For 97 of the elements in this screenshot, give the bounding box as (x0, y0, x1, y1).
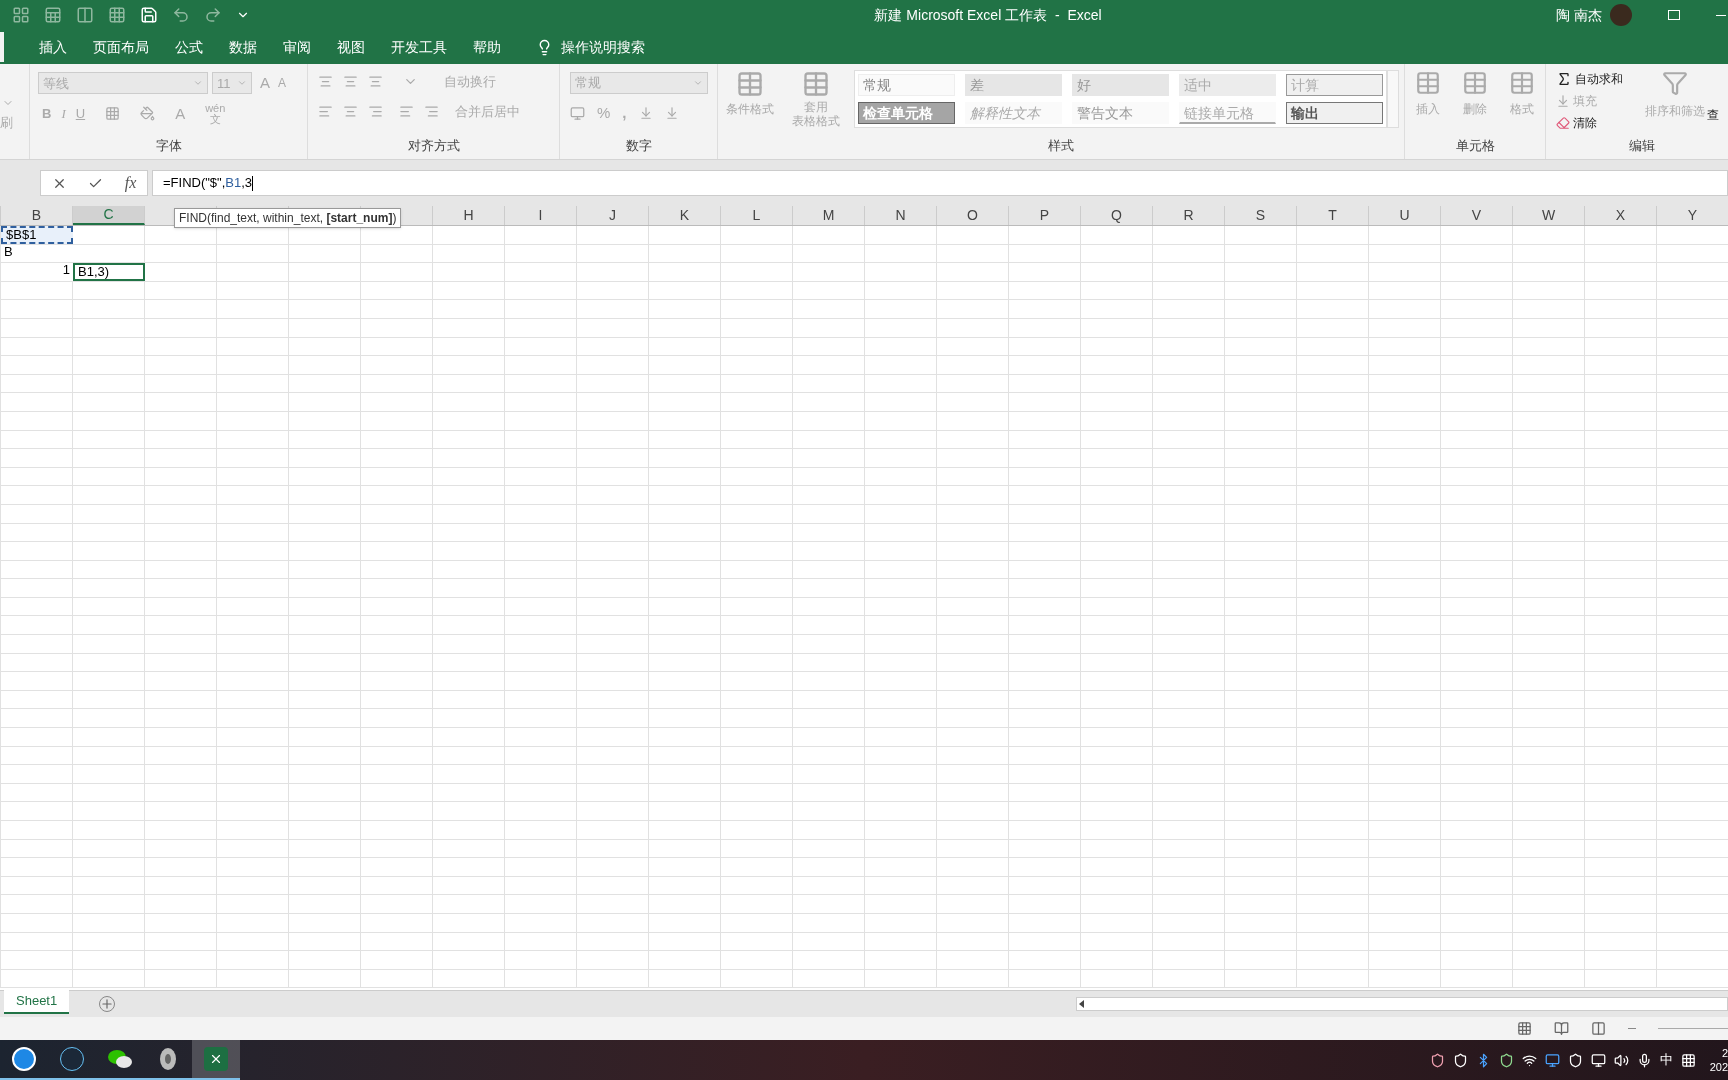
microphone-icon[interactable] (1637, 1052, 1652, 1068)
column-header[interactable]: M (793, 206, 865, 225)
column-header[interactable]: J (577, 206, 649, 225)
conditional-format-icon (736, 70, 764, 98)
clock-date[interactable]: 202 (1709, 1060, 1728, 1074)
group-label: 单元格 (1455, 136, 1495, 155)
ribbon-tab[interactable]: 视图 (324, 30, 378, 64)
align-bottom-icon[interactable] (368, 74, 383, 90)
columns-icon[interactable] (76, 6, 94, 24)
table-icon (1415, 70, 1442, 96)
group-label: 编辑 (1629, 136, 1655, 155)
group-label: 数字 (625, 136, 652, 155)
align-middle-icon[interactable] (343, 74, 358, 90)
tray-display-icon[interactable] (1545, 1052, 1560, 1068)
sheet-tab[interactable]: Sheet1 (4, 990, 70, 1014)
column-header[interactable]: W (1513, 206, 1585, 225)
user-avatar (1610, 4, 1632, 26)
input-method-indicator[interactable]: 中 (1660, 1050, 1673, 1070)
disc-icon (158, 1047, 178, 1071)
fill-icon (1556, 94, 1570, 108)
redo-icon[interactable] (204, 6, 222, 24)
column-header[interactable]: S (1225, 206, 1297, 225)
form-icon[interactable] (12, 6, 30, 24)
column-header[interactable]: O (937, 206, 1009, 225)
filter-icon (1662, 70, 1688, 96)
spreadsheet-app-icon (204, 1047, 228, 1071)
volume-icon[interactable] (1614, 1052, 1629, 1068)
ribbon-tab[interactable]: 公式 (162, 30, 216, 64)
table-icon (1462, 70, 1488, 96)
column-header[interactable]: Y (1657, 206, 1728, 225)
borders-icon[interactable] (105, 106, 121, 122)
window-title: 新建 Microsoft Excel 工作表 - Excel (874, 5, 1102, 25)
eraser-icon (1556, 116, 1570, 130)
column-header[interactable]: K (649, 206, 721, 225)
ribbon-tab[interactable]: 插入 (26, 30, 80, 64)
cell-style[interactable]: 常规 (858, 74, 955, 96)
ribbon-tab[interactable]: 页面布局 (80, 30, 162, 64)
decrease-indent-icon[interactable] (399, 103, 414, 119)
user-name: 陶 南杰 (1556, 5, 1602, 25)
table-icon (1508, 70, 1535, 96)
clear-button[interactable]: 清除 (1573, 114, 1597, 132)
column-header[interactable]: T (1297, 206, 1369, 225)
dropdown-icon[interactable] (693, 78, 703, 88)
ribbon-display-icon[interactable] (1668, 10, 1680, 20)
column-header[interactable]: V (1441, 206, 1513, 225)
security-icon[interactable] (1568, 1052, 1583, 1068)
column-header[interactable]: H (433, 206, 505, 225)
group-label: 字体 (155, 136, 182, 155)
cell-style[interactable]: 输出 (1286, 102, 1383, 124)
network-icon[interactable] (1522, 1052, 1537, 1068)
align-right-icon[interactable] (368, 103, 383, 119)
find-button-cut[interactable]: 查 (1707, 106, 1719, 132)
keyboard-grid-icon[interactable] (1681, 1052, 1696, 1068)
chat-bubbles-icon (107, 1048, 133, 1070)
group-label: 样式 (1048, 136, 1074, 155)
column-header[interactable]: Q (1081, 206, 1153, 225)
app-logo-icon (12, 1047, 36, 1071)
function-tooltip: FIND(find_text, within_text, [start_num]) (174, 208, 402, 228)
page-break-icon[interactable] (1591, 1021, 1606, 1036)
column-header[interactable]: X (1585, 206, 1657, 225)
page-layout-icon[interactable] (1554, 1021, 1569, 1036)
group-label: 对齐方式 (407, 136, 460, 155)
tell-me-search[interactable]: 操作说明搜索 (561, 36, 645, 58)
insert-function-icon[interactable]: fx (124, 171, 137, 195)
column-header[interactable]: U (1369, 206, 1441, 225)
column-header[interactable]: P (1009, 206, 1081, 225)
minimize-icon[interactable] (1716, 14, 1726, 16)
sum-icon (1556, 71, 1572, 87)
sheet-icon[interactable] (44, 6, 62, 24)
undo-icon[interactable] (172, 6, 190, 24)
align-center-icon[interactable] (343, 103, 358, 119)
column-header[interactable]: L (721, 206, 793, 225)
align-left-icon[interactable] (318, 103, 333, 119)
save-icon[interactable] (140, 6, 158, 24)
table-cell[interactable]: B (1, 244, 73, 263)
column-header[interactable]: N (865, 206, 937, 225)
tray-monitor-icon[interactable] (1591, 1052, 1606, 1068)
formula-field[interactable]: =FIND("$",B1,3 (152, 170, 1728, 196)
ribbon-tab[interactable]: 审阅 (270, 30, 324, 64)
column-header[interactable]: C (73, 206, 145, 225)
normal-view-icon[interactable] (1517, 1021, 1532, 1036)
column-header[interactable]: I (505, 206, 577, 225)
increase-indent-icon[interactable] (424, 103, 439, 119)
table-cell[interactable]: B1,3) (73, 263, 145, 281)
table-cell[interactable]: $B$1 (1, 226, 73, 244)
autosum-button[interactable]: 自动求和 (1575, 70, 1623, 88)
ribbon-tab[interactable]: 帮助 (460, 30, 514, 64)
column-header[interactable]: R (1153, 206, 1225, 225)
align-top-icon[interactable] (318, 74, 333, 90)
fill-color-icon[interactable] (140, 106, 156, 122)
table-cell[interactable]: 1 (1, 263, 73, 281)
grid-icon[interactable] (108, 6, 126, 24)
clock-time[interactable]: 2 (1721, 1046, 1728, 1060)
ribbon-tab[interactable]: 数据 (216, 30, 270, 64)
ribbon-tab[interactable]: 开发工具 (378, 30, 460, 64)
horizontal-scrollbar[interactable] (1076, 997, 1728, 1011)
table-icon (802, 70, 830, 98)
